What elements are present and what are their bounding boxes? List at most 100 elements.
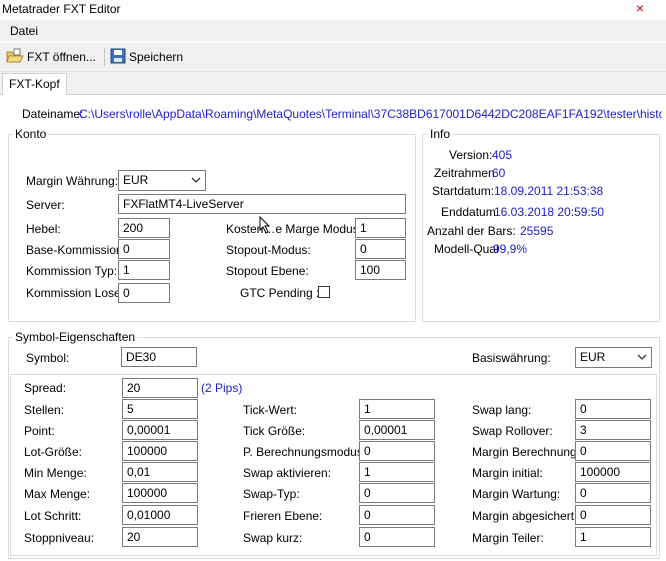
- lot-step-label: Lot Schritt:: [24, 509, 82, 523]
- symbol-field[interactable]: DE30: [121, 347, 197, 367]
- stopout-mode-label: Stopout-Modus:: [226, 243, 311, 257]
- symbol-properties-box: [10, 374, 657, 556]
- lot-size-label: Lot-Größe:: [24, 445, 83, 459]
- cost-margin-mode-label: Kosten…e Marge Modus:: [226, 222, 363, 236]
- digits-field[interactable]: 5: [122, 399, 198, 419]
- open-folder-icon: [6, 48, 24, 67]
- start-date-value: 18.09.2011 21:53:38: [494, 184, 604, 198]
- chevron-down-icon: [637, 350, 647, 364]
- gtc-pending-checkbox[interactable]: [318, 286, 330, 298]
- title-bar: Metatrader FXT Editor ×: [0, 0, 666, 20]
- swap-type-field[interactable]: 0: [359, 483, 435, 503]
- server-field[interactable]: FXFlatMT4-LiveServer: [118, 194, 406, 214]
- base-commission-field[interactable]: 0: [118, 239, 170, 259]
- base-currency-value: EUR: [580, 350, 606, 364]
- symbol-group-title: Symbol-Eigenschaften: [13, 330, 138, 344]
- timeframe-label: Zeitrahmen: [434, 166, 495, 180]
- file-name-label: Dateiname:: [22, 107, 84, 121]
- close-icon[interactable]: ×: [636, 0, 644, 16]
- lot-step-field[interactable]: 0,01000: [122, 505, 198, 525]
- lot-size-field[interactable]: 100000: [122, 441, 198, 461]
- commission-type-field[interactable]: 1: [118, 260, 170, 280]
- server-label: Server:: [26, 198, 65, 212]
- swap-long-label: Swap lang:: [472, 403, 532, 417]
- digits-label: Stellen:: [24, 403, 65, 417]
- tick-size-field[interactable]: 0,00001: [359, 420, 435, 440]
- chevron-down-icon: [191, 173, 201, 187]
- save-label: Speichern: [129, 50, 184, 64]
- model-quality-label: Modell-Qual: [434, 242, 499, 256]
- start-date-label: Startdatum:: [432, 184, 495, 198]
- stopout-mode-field[interactable]: 0: [355, 239, 406, 259]
- leverage-field[interactable]: 200: [118, 218, 170, 238]
- margin-initial-label: Margin initial:: [472, 466, 543, 480]
- point-field[interactable]: 0,00001: [122, 420, 198, 440]
- tab-strip: FXT-Kopf: [0, 72, 666, 95]
- base-commission-label: Base-Kommission:: [26, 243, 127, 257]
- file-path: C:\Users\rolle\AppData\Roaming\MetaQuote…: [79, 107, 662, 121]
- info-group-title: Info: [428, 127, 453, 141]
- bar-count-label: Anzahl der Bars:: [427, 224, 516, 238]
- model-quality-value: 99,9%: [493, 242, 528, 256]
- spread-label: Spread:: [24, 381, 67, 395]
- mouse-cursor-icon: [259, 216, 271, 234]
- tick-size-label: Tick Größe:: [243, 424, 306, 438]
- bar-count-value: 25595: [520, 224, 554, 238]
- swap-enable-label: Swap aktivieren:: [243, 466, 332, 480]
- margin-initial-field[interactable]: 100000: [575, 462, 651, 482]
- min-lot-label: Min Menge:: [24, 466, 87, 480]
- menu-file[interactable]: Datei: [10, 24, 38, 38]
- min-lot-field[interactable]: 0,01: [122, 462, 198, 482]
- stop-level-label: Stoppniveau:: [24, 531, 95, 545]
- margin-hedged-label: Margin abgesichert:: [472, 509, 578, 523]
- commission-type-label: Kommission Typ:: [26, 264, 118, 278]
- base-currency-label: Basiswährung:: [472, 351, 551, 365]
- tick-value-label: Tick-Wert:: [243, 403, 297, 417]
- open-fxt-button[interactable]: FXT öffnen...: [6, 48, 96, 66]
- margin-hedged-field[interactable]: 0: [575, 505, 651, 525]
- swap-enable-field[interactable]: 1: [359, 462, 435, 482]
- freeze-level-field[interactable]: 0: [359, 505, 435, 525]
- margin-calc-field[interactable]: 0: [575, 441, 651, 461]
- max-lot-field[interactable]: 100000: [122, 483, 198, 503]
- swap-rollover-label: Swap Rollover:: [472, 424, 553, 438]
- stopout-level-field[interactable]: 100: [355, 260, 406, 280]
- toolbar-separator: [104, 48, 105, 66]
- swap-short-field[interactable]: 0: [359, 527, 435, 547]
- version-value: 405: [492, 148, 513, 162]
- leverage-label: Hebel:: [26, 222, 61, 236]
- margin-currency-select[interactable]: EUR: [118, 170, 206, 191]
- profit-mode-label: P. Berechnungsmodus:: [243, 445, 367, 459]
- swap-type-label: Swap-Typ:: [243, 487, 300, 501]
- swap-long-field[interactable]: 0: [575, 399, 651, 419]
- spread-pips: (2 Pips): [201, 381, 243, 395]
- max-lot-label: Max Menge:: [24, 487, 91, 501]
- end-date-label: Enddatum: [441, 205, 496, 219]
- commission-lots-field[interactable]: 0: [118, 283, 170, 303]
- save-button[interactable]: Speichern: [110, 48, 183, 66]
- version-label: Version:: [449, 148, 493, 162]
- end-date-value: 16.03.2018 20:59:50: [494, 205, 605, 219]
- window-title: Metatrader FXT Editor: [2, 2, 121, 16]
- tick-value-field[interactable]: 1: [359, 399, 435, 419]
- gtc-pending-label: GTC Pending :: [240, 286, 320, 300]
- profit-mode-field[interactable]: 0: [359, 441, 435, 461]
- point-label: Point:: [24, 424, 55, 438]
- open-fxt-label: FXT öffnen...: [27, 50, 96, 64]
- base-currency-select[interactable]: EUR: [575, 347, 652, 368]
- swap-short-label: Swap kurz:: [243, 531, 303, 545]
- menu-bar: Datei: [0, 20, 666, 42]
- spread-field[interactable]: 20: [122, 378, 198, 398]
- timeframe-value: 60: [492, 166, 506, 180]
- margin-divider-field[interactable]: 1: [575, 527, 651, 547]
- swap-rollover-field[interactable]: 3: [575, 420, 651, 440]
- margin-maintenance-field[interactable]: 0: [575, 483, 651, 503]
- margin-currency-label: Margin Währung:: [26, 174, 119, 188]
- toolbar: FXT öffnen... Speichern: [0, 43, 666, 72]
- cost-margin-mode-field[interactable]: 1: [355, 218, 406, 238]
- margin-divider-label: Margin Teiler:: [472, 531, 544, 545]
- commission-lots-label: Kommission Lose:: [26, 286, 125, 300]
- stop-level-field[interactable]: 20: [122, 527, 198, 547]
- margin-maintenance-label: Margin Wartung:: [472, 487, 561, 501]
- tab-fxt-header[interactable]: FXT-Kopf: [2, 73, 67, 95]
